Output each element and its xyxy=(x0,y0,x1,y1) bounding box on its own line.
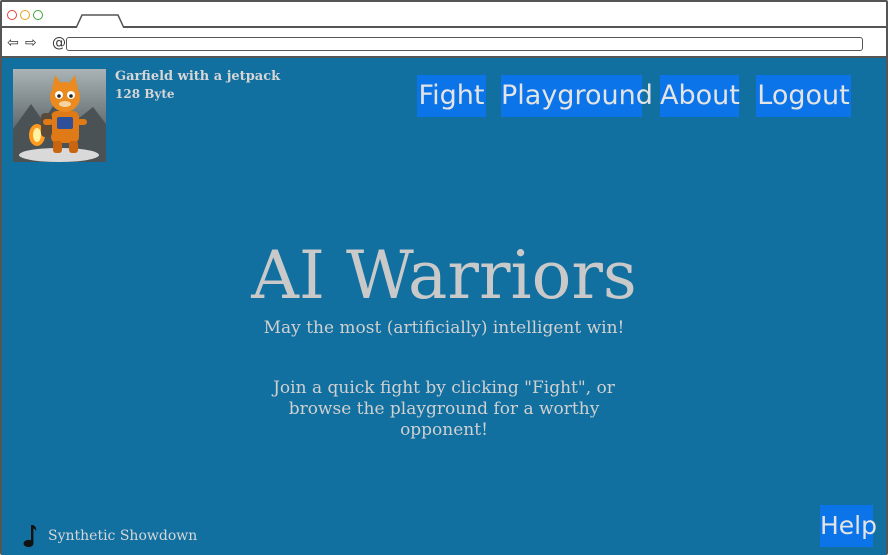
music-note-icon[interactable] xyxy=(22,524,38,548)
user-subtitle: 128 Byte xyxy=(115,87,175,101)
reload-icon[interactable]: @ xyxy=(52,35,66,51)
nav-about-button[interactable]: About xyxy=(660,75,740,117)
back-arrow-icon[interactable]: ⇦ xyxy=(7,36,19,50)
browser-tab[interactable] xyxy=(76,14,124,28)
close-window-icon[interactable] xyxy=(7,10,17,20)
help-button[interactable]: Help xyxy=(820,505,877,547)
maximize-window-icon[interactable] xyxy=(33,10,43,20)
url-input[interactable] xyxy=(66,37,863,51)
music-track-label: Synthetic Showdown xyxy=(48,528,198,544)
minimize-window-icon[interactable] xyxy=(20,10,30,20)
page-tagline: May the most (artificially) intelligent … xyxy=(263,318,625,338)
browser-tab-bar xyxy=(2,2,886,28)
page-content: Garfield with a jetpack 128 Byte Fight P… xyxy=(2,58,886,555)
nav-fight-button[interactable]: Fight xyxy=(417,75,486,117)
nav-playground-button[interactable]: Playground xyxy=(501,75,653,117)
garfield-jetpack-avatar-icon xyxy=(13,69,106,162)
page-title: AI Warriors xyxy=(251,237,637,314)
forward-arrow-icon[interactable]: ⇨ xyxy=(25,36,37,50)
page-intro-text: Join a quick fight by clicking "Fight", … xyxy=(273,378,615,440)
browser-address-bar: ⇦ ⇨ @ xyxy=(2,30,886,58)
user-name: Garfield with a jetpack xyxy=(115,69,281,84)
user-avatar xyxy=(13,69,106,162)
nav-logout-button[interactable]: Logout xyxy=(756,75,851,117)
browser-window: ⇦ ⇨ @ Garfield with a jetpack 128 Byte F… xyxy=(0,0,888,555)
